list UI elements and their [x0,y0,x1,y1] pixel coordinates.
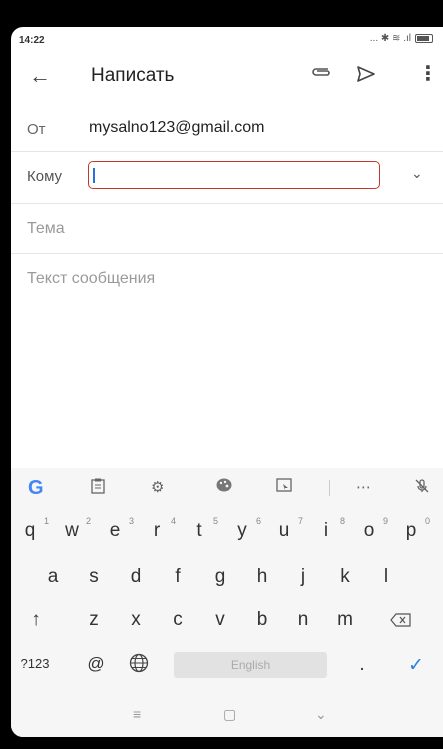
to-input[interactable] [88,161,380,189]
status-icons: ... ✱ ≋ .ıl [370,33,433,44]
from-label: От [27,121,46,138]
home-icon[interactable]: ▢ [223,706,236,723]
more-vert-icon[interactable]: ⋮ [418,61,438,86]
key-v[interactable]: v [205,609,235,631]
to-row: Кому ⌄ [11,151,443,204]
key-k[interactable]: k [330,566,360,588]
spacebar[interactable]: English [174,652,327,678]
menu-icon[interactable]: ≡ [133,706,141,722]
key-l[interactable]: l [371,566,401,588]
key-p[interactable]: p0 [396,516,430,542]
backspace-icon[interactable] [386,611,416,633]
symbols-key[interactable]: ?123 [15,656,55,671]
paperclip-icon[interactable] [309,65,331,84]
globe-icon[interactable] [124,653,154,679]
keyboard: G ⚙ ⋯ q1 w2 e3 r4 t5 y6 u7 i8 o9 p0 a s … [11,468,443,737]
settings-icon[interactable]: ⚙ [151,478,164,496]
subject-placeholder[interactable]: Тема [27,220,65,238]
to-label: Кому [27,168,63,185]
body-placeholder[interactable]: Текст сообщения [27,270,155,288]
subject-row[interactable]: Тема [11,203,443,254]
at-key[interactable]: @ [81,654,111,674]
keyboard-toolbar: G ⚙ ⋯ [11,468,443,510]
key-b[interactable]: b [247,609,277,631]
key-e[interactable]: e3 [100,516,134,542]
more-icon[interactable]: ⋯ [356,478,372,496]
key-w[interactable]: w2 [57,516,91,542]
status-indicators: ... ✱ ≋ .ıl [369,33,411,44]
from-value[interactable]: mysalno123@gmail.com [89,119,264,137]
send-icon[interactable] [356,65,376,88]
period-key[interactable]: . [347,654,377,676]
key-m[interactable]: m [330,609,360,631]
battery-icon [415,34,433,43]
key-s[interactable]: s [79,566,109,588]
key-o[interactable]: o9 [354,516,388,542]
phone-screen: 14:22 ... ✱ ≋ .ıl ← Написать ⋮ От mysaln… [11,27,443,737]
app-bar: ← Написать ⋮ [11,53,443,99]
from-row: От mysalno123@gmail.com [11,107,443,152]
text-cursor [93,168,95,183]
back-chevron-icon[interactable]: ⌄ [315,706,327,723]
key-a[interactable]: a [38,566,68,588]
key-g[interactable]: g [205,566,235,588]
mic-off-icon[interactable] [414,478,430,498]
key-f[interactable]: f [163,566,193,588]
key-t[interactable]: t5 [184,516,218,542]
message-body[interactable]: Текст сообщения [11,253,443,473]
status-time: 14:22 [19,35,45,46]
system-nav-bar: ≡ ▢ ⌄ [11,696,443,737]
check-icon[interactable]: ✓ [401,654,431,677]
status-bar: 14:22 ... ✱ ≋ .ıl [11,27,443,53]
chevron-down-icon[interactable]: ⌄ [411,165,423,182]
key-i[interactable]: i8 [311,516,345,542]
key-c[interactable]: c [163,609,193,631]
key-j[interactable]: j [288,566,318,588]
key-q[interactable]: q1 [15,516,49,542]
palette-icon[interactable] [216,478,232,496]
shift-icon[interactable]: ↑ [21,609,51,631]
google-g-icon[interactable]: G [28,477,44,500]
key-h[interactable]: h [247,566,277,588]
page-title: Написать [91,65,175,86]
key-n[interactable]: n [288,609,318,631]
key-y[interactable]: y6 [227,516,261,542]
arrow-back-icon[interactable]: ← [29,63,51,89]
toolbar-divider [329,480,330,496]
key-x[interactable]: x [121,609,151,631]
key-z[interactable]: z [79,609,109,631]
key-r[interactable]: r4 [142,516,176,542]
screenshot-icon[interactable] [276,478,292,496]
key-d[interactable]: d [121,566,151,588]
key-u[interactable]: u7 [269,516,303,542]
clipboard-icon[interactable] [91,478,105,498]
